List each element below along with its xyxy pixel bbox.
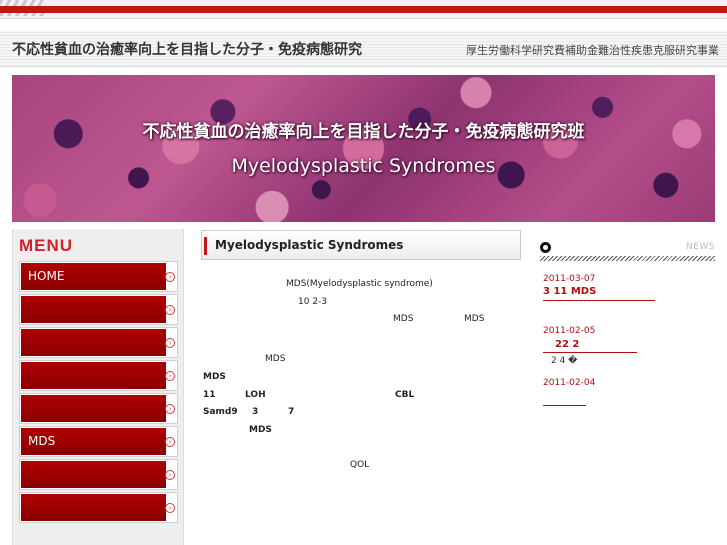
- body-line: 3: [252, 407, 259, 417]
- menu-item-8[interactable]: ›: [19, 492, 178, 523]
- news-date: 2011-02-05: [543, 326, 596, 336]
- sidebar-menu: MENU HOME › › › › › MDS › › ›: [12, 229, 184, 545]
- menu-heading: MENU: [19, 236, 74, 255]
- chevron-right-icon: ›: [165, 272, 175, 282]
- body-line: MDS: [393, 314, 414, 324]
- body-line: MDS: [249, 425, 272, 435]
- site-title: 不応性貧血の治癒率向上を目指した分子・免疫病態研究: [12, 42, 362, 58]
- menu-item-mds[interactable]: MDS ›: [19, 426, 178, 457]
- menu-item-3[interactable]: ›: [19, 327, 178, 358]
- body-line: MDS(Myelodysplastic syndrome): [286, 279, 433, 289]
- menu-item-label: MDS: [28, 434, 56, 448]
- banner-subtitle: Myelodysplastic Syndromes: [231, 155, 496, 177]
- chevron-right-icon: ›: [165, 503, 175, 513]
- chevron-right-icon: ›: [165, 470, 175, 480]
- heading-accent-mark: [204, 237, 207, 255]
- news-link[interactable]: 22 2: [555, 339, 579, 350]
- news-note: 2 4 �: [551, 356, 578, 366]
- menu-item-bar: [21, 296, 166, 323]
- news-label: NEWS: [685, 242, 715, 252]
- menu-item-5[interactable]: ›: [19, 393, 178, 424]
- hero-banner: 不応性貧血の治癒率向上を目指した分子・免疫病態研究班 Myelodysplast…: [12, 75, 715, 222]
- news-link[interactable]: 3 11 MDS: [543, 286, 596, 297]
- content-heading: Myelodysplastic Syndromes: [215, 238, 404, 252]
- banner-overlay: [12, 75, 715, 222]
- body-line: MDS: [464, 314, 485, 324]
- news-divider: [540, 256, 715, 261]
- chevron-right-icon: ›: [165, 305, 175, 315]
- chevron-right-icon: ›: [165, 371, 175, 381]
- menu-item-2[interactable]: ›: [19, 294, 178, 325]
- chevron-right-icon: ›: [165, 338, 175, 348]
- site-subtitle: 厚生労働科学研究費補助金難治性疾患克服研究事業: [466, 44, 719, 57]
- news-underline: [543, 300, 655, 301]
- chevron-right-icon: ›: [165, 404, 175, 414]
- body-line: 7: [288, 407, 295, 417]
- body-line: CBL: [395, 390, 415, 400]
- menu-item-bar: [21, 494, 166, 521]
- news-date: 2011-03-07: [543, 274, 596, 284]
- news-bullet-icon: [540, 242, 551, 253]
- body-line: 11: [203, 390, 216, 400]
- content-heading-box: Myelodysplastic Syndromes: [201, 230, 521, 260]
- news-underline[interactable]: [543, 405, 586, 406]
- banner-title: 不応性貧血の治癒率向上を目指した分子・免疫病態研究班: [142, 122, 585, 142]
- body-line: LOH: [245, 390, 266, 400]
- body-line: QOL: [350, 460, 370, 470]
- menu-item-bar: [21, 329, 166, 356]
- body-line: MDS: [203, 372, 226, 382]
- news-date: 2011-02-04: [543, 378, 596, 388]
- body-line: MDS: [265, 354, 286, 364]
- news-underline: [543, 352, 637, 353]
- menu-item-7[interactable]: ›: [19, 459, 178, 490]
- chevron-right-icon: ›: [165, 437, 175, 447]
- menu-item-home[interactable]: HOME ›: [19, 261, 178, 292]
- menu-item-4[interactable]: ›: [19, 360, 178, 391]
- menu-item-bar: [21, 362, 166, 389]
- top-bar: [0, 0, 727, 19]
- menu-item-bar: [21, 395, 166, 422]
- menu-item-label: HOME: [28, 269, 65, 283]
- top-red-stripe: [0, 6, 727, 13]
- body-line: 10 2-3: [298, 297, 328, 307]
- menu-list: HOME › › › › › MDS › › ›: [19, 261, 178, 525]
- menu-item-bar: [21, 461, 166, 488]
- body-line: Samd9: [203, 407, 238, 417]
